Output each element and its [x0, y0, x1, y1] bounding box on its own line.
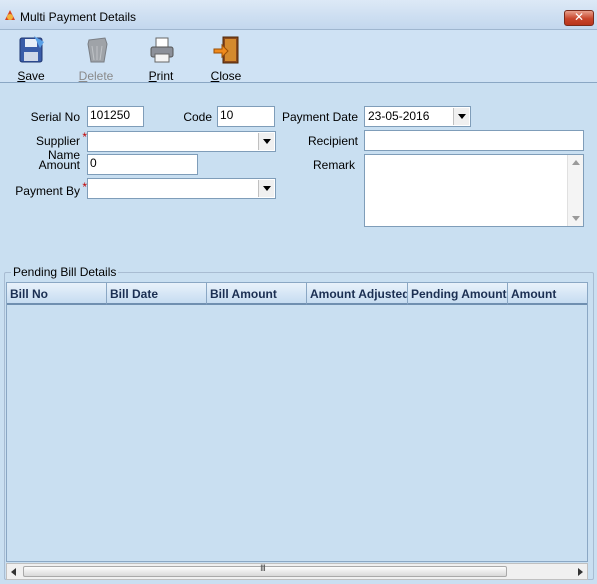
column-header-bill-date[interactable]: Bill Date: [107, 283, 207, 305]
chevron-down-icon[interactable]: [258, 133, 274, 150]
chevron-down-icon[interactable]: [258, 180, 274, 197]
column-header-amount[interactable]: Amount: [508, 283, 587, 305]
print-label: Print: [148, 69, 174, 83]
delete-button[interactable]: Delete: [76, 32, 116, 83]
print-button[interactable]: Print: [141, 32, 181, 83]
delete-label: Delete: [78, 69, 114, 83]
pending-bill-title: Pending Bill Details: [11, 265, 119, 279]
payment-date-value: 23-05-2016: [368, 109, 430, 123]
floppy-disk-icon: [19, 36, 44, 63]
code-input[interactable]: 10: [217, 106, 275, 127]
code-label: Code: [183, 110, 212, 124]
supplier-name-select[interactable]: [87, 131, 276, 152]
save-button[interactable]: Save: [11, 32, 51, 83]
recipient-input[interactable]: [364, 130, 584, 151]
toolbar: Save Delete Print Close: [0, 30, 597, 83]
window-close-button[interactable]: ✕: [564, 10, 594, 26]
payment-by-label: Payment By *: [4, 180, 87, 198]
payment-by-label-text: Payment By: [15, 184, 80, 198]
close-icon: ✕: [573, 10, 585, 24]
close-label: Close: [210, 69, 242, 83]
scroll-thumb[interactable]: III: [23, 564, 507, 577]
remark-scrollbar[interactable]: [567, 155, 583, 226]
remark-label: Remark: [312, 158, 355, 172]
window-title: Multi Payment Details: [20, 10, 137, 24]
save-label: Save: [17, 69, 45, 83]
payment-by-select[interactable]: [87, 178, 276, 199]
payment-date-picker[interactable]: 23-05-2016: [364, 106, 471, 127]
payment-date-label: Payment Date: [281, 110, 358, 124]
scroll-up-icon[interactable]: [572, 160, 580, 165]
chevron-down-icon[interactable]: [453, 108, 469, 125]
title-bar: Multi Payment Details ✕: [0, 0, 597, 30]
column-header-amount-adjusted[interactable]: Amount Adjusted: [307, 283, 408, 305]
amount-label: Amount: [38, 158, 80, 172]
scroll-left-icon[interactable]: [11, 568, 16, 576]
remark-textarea[interactable]: [364, 154, 584, 227]
serial-no-label: Serial No: [30, 110, 80, 124]
trash-icon: [87, 37, 108, 63]
column-header-bill-no[interactable]: Bill No: [7, 283, 107, 305]
serial-no-input[interactable]: 101250: [87, 106, 144, 127]
exit-door-icon: [213, 36, 239, 64]
column-header-pending-amount[interactable]: Pending Amount: [408, 283, 508, 305]
scroll-right-icon[interactable]: [578, 568, 583, 576]
printer-icon: [150, 37, 174, 63]
grid-horizontal-scrollbar[interactable]: III: [6, 563, 588, 580]
app-icon: [5, 10, 15, 20]
close-button[interactable]: Close: [206, 32, 246, 83]
pending-bill-grid[interactable]: Bill No Bill Date Bill Amount Amount Adj…: [6, 282, 588, 562]
grip-icon: III: [260, 564, 266, 574]
amount-input[interactable]: 0: [87, 154, 198, 175]
scroll-down-icon[interactable]: [572, 216, 580, 221]
column-header-bill-amount[interactable]: Bill Amount: [207, 283, 307, 305]
grid-header: Bill No Bill Date Bill Amount Amount Adj…: [7, 283, 587, 305]
recipient-label: Recipient: [307, 134, 358, 148]
